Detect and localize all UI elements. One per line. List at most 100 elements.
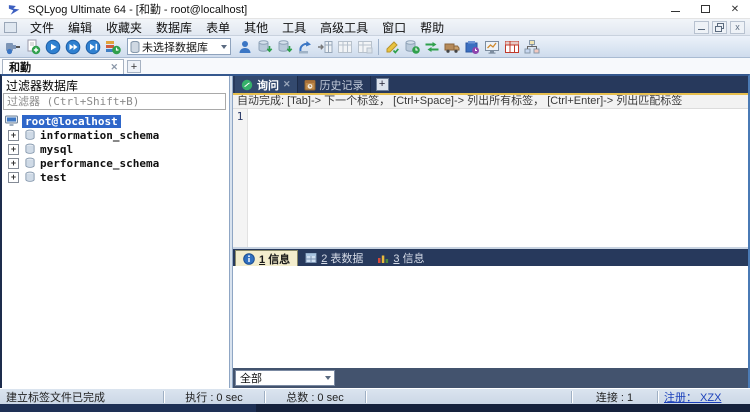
table-update-icon[interactable] — [355, 37, 375, 56]
schema-designer-icon[interactable] — [502, 37, 522, 56]
tree-node-database[interactable]: + test — [2, 170, 229, 184]
tab-accel: 1 — [259, 254, 265, 266]
info-icon — [243, 253, 255, 265]
status-total-time: 总数 : 0 sec — [265, 389, 365, 405]
server-icon — [5, 115, 19, 127]
menu-edit[interactable]: 编辑 — [61, 18, 99, 37]
backup-database-icon[interactable] — [275, 37, 295, 56]
tree-node-database[interactable]: + information_schema — [2, 128, 229, 142]
expand-icon[interactable]: + — [8, 130, 19, 141]
connection-tab-active[interactable]: 和勤 ✕ — [2, 59, 124, 74]
sqlyog-logo-icon — [8, 3, 22, 16]
close-button[interactable]: ✕ — [720, 0, 750, 18]
tab-label: 表数据 — [330, 253, 363, 265]
filter-databases-header: 过滤器数据库 — [2, 76, 229, 93]
new-connection-tab-button[interactable]: + — [127, 60, 141, 73]
menu-others[interactable]: 其他 — [237, 18, 275, 37]
query-tab-bar: 询问 ✕ 历史记录 + — [233, 76, 748, 93]
mdi-document-icon — [4, 22, 17, 33]
sql-editor[interactable]: 1 — [233, 109, 748, 247]
status-connections: 连接 : 1 — [572, 389, 657, 405]
user-manager-icon[interactable] — [235, 37, 255, 56]
tree-node-database[interactable]: + mysql — [2, 142, 229, 156]
database-icon — [23, 157, 37, 169]
message-filter-select[interactable]: 全部 — [235, 370, 335, 386]
connection-tab-close-icon[interactable]: ✕ — [108, 62, 120, 73]
execute-query-icon[interactable] — [43, 37, 63, 56]
expand-icon[interactable]: + — [8, 144, 19, 155]
tab-history[interactable]: 历史记录 — [298, 76, 371, 93]
tree-node-label: test — [40, 171, 67, 184]
copy-to-different-host-icon[interactable] — [315, 37, 335, 56]
menu-file[interactable]: 文件 — [23, 18, 61, 37]
tab-label: 信息 — [403, 253, 425, 265]
register-link[interactable]: 注册： XZX — [658, 389, 750, 405]
main-area: 过滤器数据库 root@localhost + information_sche… — [0, 74, 750, 388]
mdi-minimize-button[interactable] — [694, 21, 709, 34]
sql-editor-body[interactable] — [248, 109, 748, 247]
result-tab-bar: 1 信息 2 表数据 3 信息 — [233, 249, 748, 266]
mdi-restore-button[interactable] — [712, 21, 727, 34]
tab-label: 历史记录 — [320, 77, 364, 93]
format-query-icon[interactable] — [382, 37, 402, 56]
expand-icon[interactable]: + — [8, 158, 19, 169]
import-restore-icon[interactable] — [295, 37, 315, 56]
execute-current-query-icon[interactable] — [83, 37, 103, 56]
tree-node-connection[interactable]: root@localhost — [2, 114, 229, 128]
tab-label: 信息 — [268, 254, 290, 266]
export-database-icon[interactable] — [255, 37, 275, 56]
maximize-button[interactable] — [690, 0, 720, 18]
history-icon — [304, 79, 316, 91]
menu-help[interactable]: 帮助 — [413, 18, 451, 37]
database-tree: root@localhost + information_schema + my… — [2, 112, 229, 388]
database-filter-input[interactable] — [3, 93, 226, 110]
status-bar: 建立标签文件已完成 执行 : 0 sec 总数 : 0 sec 连接 : 1 注… — [0, 388, 750, 404]
minimize-button[interactable] — [660, 0, 690, 18]
menu-database[interactable]: 数据库 — [149, 18, 199, 37]
menu-tools[interactable]: 工具 — [275, 18, 313, 37]
table-data-icon — [305, 252, 317, 264]
message-filter-bar: 全部 — [233, 368, 748, 388]
new-query-tab-button[interactable]: + — [376, 78, 389, 91]
scheduled-backup-icon[interactable] — [402, 37, 422, 56]
chevron-down-icon — [322, 371, 334, 385]
new-connection-icon[interactable] — [3, 37, 23, 56]
chart-icon — [377, 252, 389, 264]
autocomplete-hint: 自动完成: [Tab]-> 下一个标签， [Ctrl+Space]-> 列出所有… — [233, 95, 748, 109]
query-pane: 询问 ✕ 历史记录 + 自动完成: [Tab]-> 下一个标签， [Ctrl+S… — [233, 76, 748, 388]
tree-node-label: mysql — [40, 143, 73, 156]
query-analyzer-icon[interactable] — [482, 37, 502, 56]
database-select[interactable]: 未选择数据库 — [127, 38, 231, 55]
tab-label: 询问 — [257, 77, 279, 93]
tree-node-database[interactable]: + performance_schema — [2, 156, 229, 170]
expand-icon[interactable]: + — [8, 172, 19, 183]
menu-table[interactable]: 表单 — [199, 18, 237, 37]
toolbar-separator — [378, 39, 379, 55]
copy-database-truck-icon[interactable] — [442, 37, 462, 56]
window-frame-bottom — [0, 404, 750, 412]
tree-node-label: performance_schema — [40, 157, 159, 170]
line-number-gutter: 1 — [233, 109, 248, 247]
refresh-object-browser-icon[interactable] — [103, 37, 123, 56]
tab-accel: 3 — [393, 253, 399, 265]
title-bar: SQLyog Ultimate 64 - [和勤 - root@localhos… — [0, 0, 750, 19]
tab-close-icon[interactable]: ✕ — [283, 79, 291, 90]
tab-accel: 2 — [321, 253, 327, 265]
tab-messages-1[interactable]: 1 信息 — [235, 250, 298, 266]
execute-all-queries-icon[interactable] — [63, 37, 83, 56]
new-query-editor-icon[interactable] — [23, 37, 43, 56]
tab-table-data[interactable]: 2 表数据 — [298, 250, 370, 266]
job-agent-icon[interactable] — [462, 37, 482, 56]
tab-info-3[interactable]: 3 信息 — [370, 250, 431, 266]
data-sync-icon[interactable] — [422, 37, 442, 56]
mdi-close-button[interactable]: x — [730, 21, 745, 34]
table-insert-icon[interactable] — [335, 37, 355, 56]
query-builder-icon[interactable] — [522, 37, 542, 56]
line-number: 1 — [237, 110, 244, 123]
menu-window[interactable]: 窗口 — [375, 18, 413, 37]
query-icon — [241, 79, 253, 91]
tab-query[interactable]: 询问 ✕ — [235, 76, 298, 93]
menu-favorites[interactable]: 收藏夹 — [99, 18, 149, 37]
object-browser: 过滤器数据库 root@localhost + information_sche… — [2, 76, 229, 388]
menu-powertools[interactable]: 高级工具 — [313, 18, 375, 37]
